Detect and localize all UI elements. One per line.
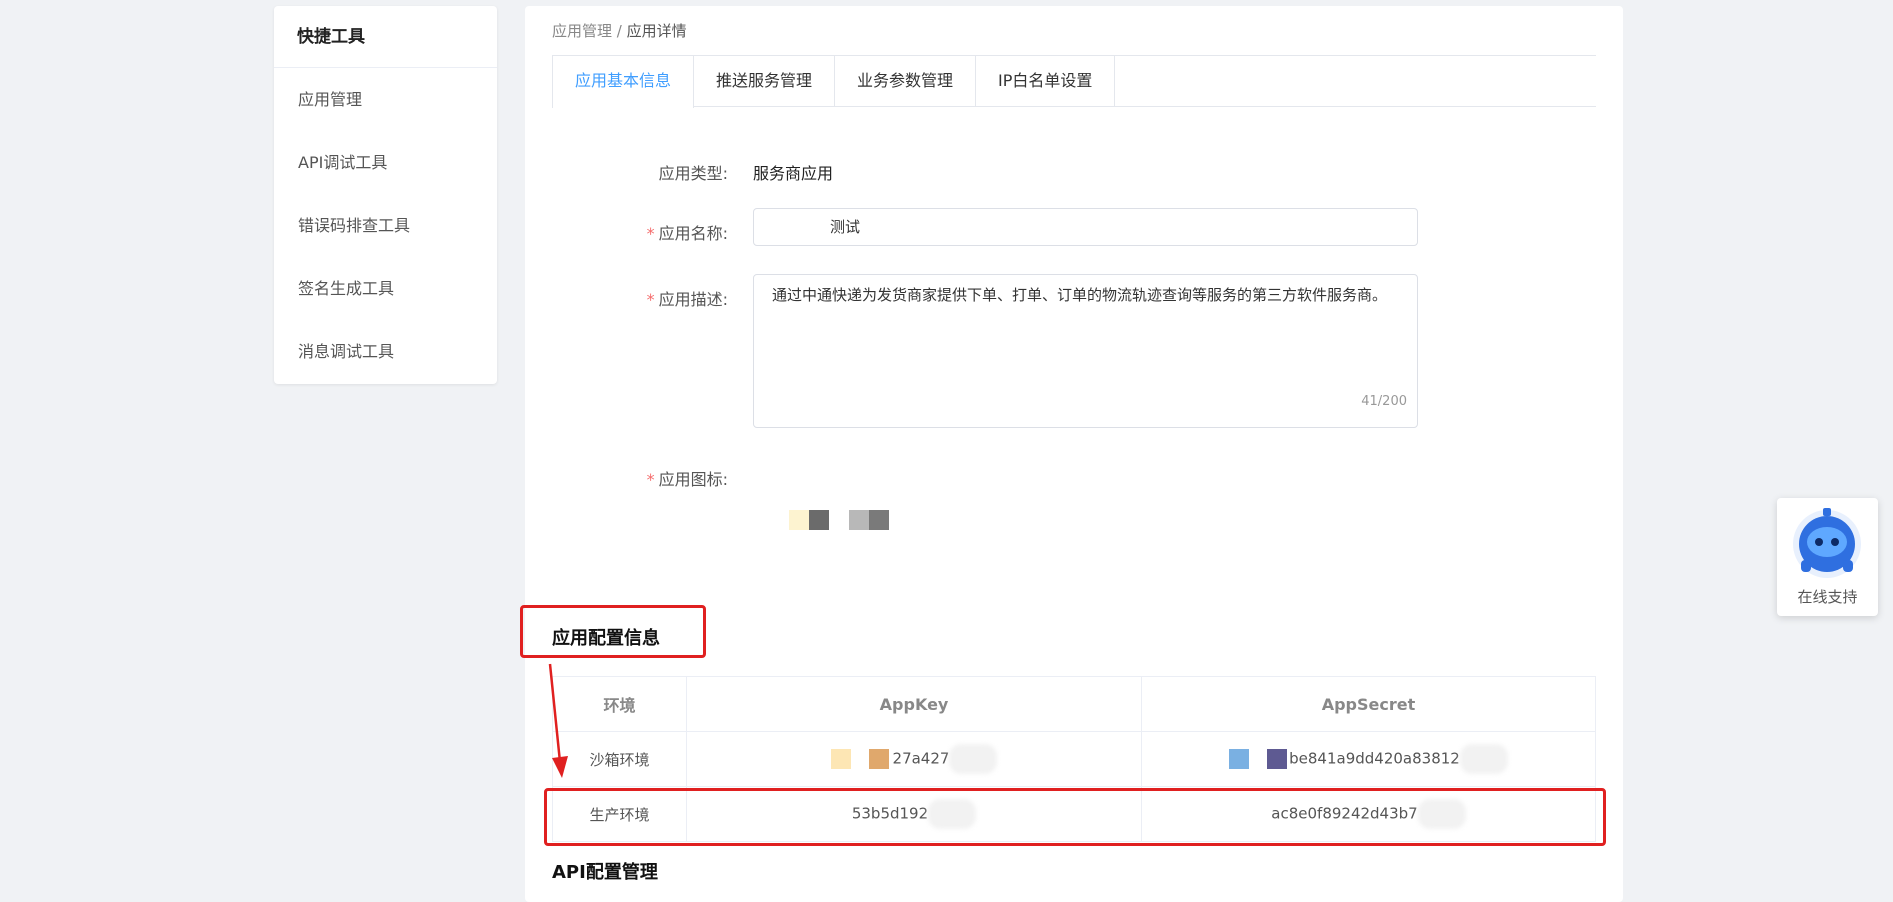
- masked-icon: [868, 749, 889, 769]
- app-desc-textarea[interactable]: 通过中通快递为发货商家提供下单、打单、订单的物流轨迹查询等服务的第三方软件服务商…: [753, 274, 1418, 428]
- annotation-arrow-icon: [548, 663, 568, 778]
- app-icon-image[interactable]: [789, 510, 889, 530]
- header-env: 环境: [552, 676, 687, 732]
- tab-basic-info[interactable]: 应用基本信息: [552, 56, 695, 108]
- robot-icon: [1793, 508, 1861, 578]
- table-header-row: 环境 AppKey AppSecret: [552, 676, 1596, 732]
- masked-icon: [1229, 749, 1250, 769]
- app-name-label: * 应用名称:: [646, 224, 728, 243]
- header-appsecret: AppSecret: [1141, 676, 1596, 732]
- redaction-blur: [1459, 744, 1508, 774]
- masked-icon: [1267, 749, 1288, 769]
- app-type-value: 服务商应用: [753, 164, 834, 183]
- appsecret-cell: be841a9dd420a83812: [1141, 731, 1596, 787]
- table-row: 沙箱环境 27a427 be841a9dd420a83812: [552, 731, 1596, 787]
- breadcrumb-separator: /: [612, 22, 627, 40]
- breadcrumb: 应用管理 / 应用详情: [552, 20, 687, 41]
- sidebar-item-message-debug[interactable]: 消息调试工具: [274, 320, 497, 383]
- quick-tools-sidebar: 快捷工具 应用管理 API调试工具 错误码排查工具 签名生成工具 消息调试工具: [274, 6, 497, 384]
- appsecret-value: be841a9dd420a83812: [1289, 749, 1460, 768]
- char-counter: 41/200: [1361, 394, 1407, 409]
- app-icon-label: * 应用图标:: [646, 470, 728, 489]
- app-name-input[interactable]: 测试: [753, 208, 1418, 246]
- required-mark: *: [646, 470, 655, 489]
- required-mark: *: [646, 224, 655, 243]
- header-appkey: AppKey: [686, 676, 1142, 732]
- required-mark: *: [646, 290, 655, 309]
- appkey-value: 27a427: [892, 749, 950, 768]
- sidebar-item-app-management[interactable]: 应用管理: [274, 68, 497, 131]
- online-support-button[interactable]: 在线支持: [1777, 498, 1878, 616]
- app-type-label: 应用类型:: [658, 164, 728, 183]
- tab-ip-whitelist[interactable]: IP白名单设置: [976, 56, 1116, 106]
- breadcrumb-current: 应用详情: [626, 22, 687, 40]
- sidebar-item-signature[interactable]: 签名生成工具: [274, 257, 497, 320]
- highlight-box-config-title: [520, 605, 706, 658]
- tab-push-service[interactable]: 推送服务管理: [694, 56, 836, 106]
- api-section-title: API配置管理: [552, 862, 658, 883]
- appkey-cell: 27a427: [686, 731, 1142, 787]
- sidebar-item-error-code[interactable]: 错误码排查工具: [274, 194, 497, 257]
- tab-business-params[interactable]: 业务参数管理: [835, 56, 977, 106]
- highlight-box-production-row: [544, 788, 1606, 846]
- env-cell: 沙箱环境: [552, 731, 687, 787]
- redaction-blur: [949, 744, 998, 774]
- sidebar-title: 快捷工具: [274, 6, 497, 68]
- breadcrumb-parent[interactable]: 应用管理: [552, 22, 612, 40]
- app-desc-text: 通过中通快递为发货商家提供下单、打单、订单的物流轨迹查询等服务的第三方软件服务商…: [772, 286, 1388, 304]
- online-support-label: 在线支持: [1797, 588, 1858, 606]
- app-desc-label: * 应用描述:: [646, 290, 728, 309]
- masked-icon: [830, 749, 851, 769]
- main-panel: 应用管理 / 应用详情 应用基本信息 推送服务管理 业务参数管理 IP白名单设置…: [525, 6, 1623, 902]
- sidebar-item-api-debug[interactable]: API调试工具: [274, 131, 497, 194]
- tab-bar: 应用基本信息 推送服务管理 业务参数管理 IP白名单设置: [552, 55, 1596, 108]
